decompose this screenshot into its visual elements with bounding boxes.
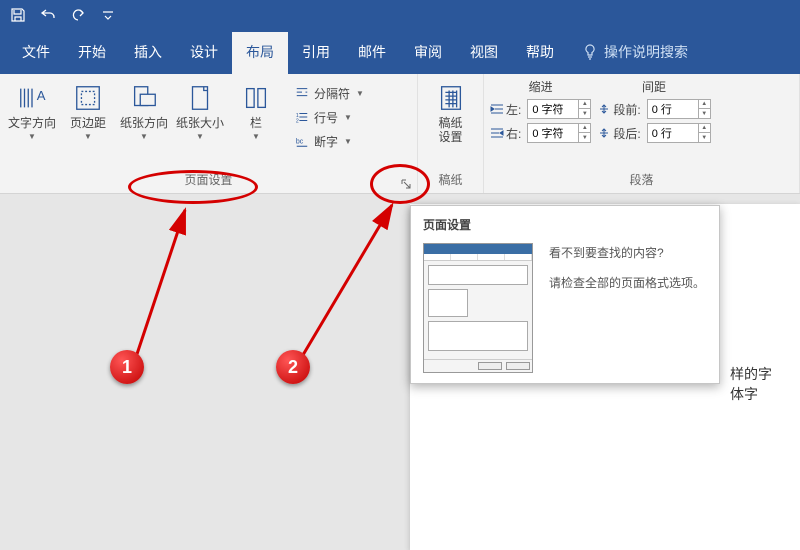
indent-left-icon: [490, 102, 504, 116]
tab-layout[interactable]: 布局: [232, 32, 288, 74]
svg-text:2: 2: [296, 118, 299, 124]
ribbon: A 文字方向 ▼ 页边距 ▼ 纸张方向 ▼: [0, 74, 800, 194]
spin-down[interactable]: ▼: [699, 133, 710, 142]
ribbon-tabs: 文件 开始 插入 设计 布局 引用 邮件 审阅 视图 帮助 操作说明搜索: [0, 30, 800, 74]
group-paragraph: 缩进 间距 左: ▲▼ 段前: ▲▼: [484, 74, 800, 193]
tab-home[interactable]: 开始: [64, 32, 120, 74]
spacing-after-icon: [597, 126, 611, 140]
page-setup-dialog-launcher[interactable]: [399, 177, 413, 191]
tell-me-label: 操作说明搜索: [604, 42, 688, 62]
indent-right-spinner[interactable]: ▲▼: [527, 123, 591, 143]
margins-button[interactable]: 页边距 ▼: [62, 80, 114, 143]
spacing-before-spinner[interactable]: ▲▼: [647, 99, 711, 119]
document-text: 样的字体字: [730, 366, 772, 402]
dropdown-caret-icon: ▼: [84, 132, 92, 141]
undo-button[interactable]: [36, 3, 60, 27]
tab-mailings[interactable]: 邮件: [344, 32, 400, 74]
spin-up[interactable]: ▲: [699, 100, 710, 109]
tell-me-search[interactable]: 操作说明搜索: [568, 32, 696, 74]
group-manuscript: 稿纸 设置 稿纸: [418, 74, 484, 193]
redo-button[interactable]: [66, 3, 90, 27]
spacing-before-label: 段前:: [597, 101, 640, 118]
page-setup-tooltip: 页面设置 看不到要查找的内容? 请检查全部的页面格式选项。: [410, 205, 720, 384]
text-direction-icon: A: [16, 82, 48, 114]
dropdown-caret-icon: ▼: [356, 89, 364, 98]
tab-review[interactable]: 审阅: [400, 32, 456, 74]
indent-left-input[interactable]: [528, 100, 578, 118]
spacing-before-icon: [597, 102, 611, 116]
orientation-icon: [128, 82, 160, 114]
spin-up[interactable]: ▲: [579, 100, 590, 109]
indent-right-icon: [490, 126, 504, 140]
group-page-setup: A 文字方向 ▼ 页边距 ▼ 纸张方向 ▼: [0, 74, 418, 193]
columns-icon: [240, 82, 272, 114]
dialog-launcher-icon: [401, 179, 411, 189]
manuscript-icon: [435, 82, 467, 114]
spacing-after-spinner[interactable]: ▲▼: [647, 123, 711, 143]
spacing-after-input[interactable]: [648, 124, 698, 142]
tab-design[interactable]: 设计: [176, 32, 232, 74]
tooltip-text: 看不到要查找的内容? 请检查全部的页面格式选项。: [549, 243, 707, 303]
manuscript-settings-button[interactable]: 稿纸 设置: [425, 80, 477, 146]
line-numbers-button[interactable]: 12 行号 ▼: [290, 106, 368, 128]
qat-customize-button[interactable]: [96, 3, 120, 27]
svg-text:bc: bc: [296, 139, 304, 146]
group-label-manuscript: 稿纸: [418, 171, 483, 193]
tab-file[interactable]: 文件: [8, 32, 64, 74]
save-button[interactable]: [6, 3, 30, 27]
quick-access-toolbar: [0, 0, 800, 30]
hyphenation-button[interactable]: bc 断字 ▼: [290, 130, 368, 152]
indent-right-input[interactable]: [528, 124, 578, 142]
dropdown-caret-icon: ▼: [140, 132, 148, 141]
tooltip-title: 页面设置: [423, 216, 707, 233]
dropdown-caret-icon: ▼: [252, 132, 260, 141]
indent-right-label: 右:: [490, 125, 521, 142]
tab-insert[interactable]: 插入: [120, 32, 176, 74]
dropdown-caret-icon: ▼: [344, 113, 352, 122]
tab-references[interactable]: 引用: [288, 32, 344, 74]
spacing-before-input[interactable]: [648, 100, 698, 118]
svg-text:A: A: [37, 88, 46, 103]
orientation-button[interactable]: 纸张方向 ▼: [118, 80, 170, 143]
margins-icon: [72, 82, 104, 114]
spin-up[interactable]: ▲: [579, 124, 590, 133]
dropdown-caret-icon: ▼: [344, 137, 352, 146]
tab-view[interactable]: 视图: [456, 32, 512, 74]
tooltip-thumbnail: [423, 243, 533, 373]
lightbulb-icon: [582, 44, 598, 60]
indent-header: 缩进: [490, 78, 591, 95]
columns-button[interactable]: 栏 ▼: [230, 80, 282, 143]
hyphenation-icon: bc: [294, 133, 310, 149]
tab-help[interactable]: 帮助: [512, 32, 568, 74]
size-button[interactable]: 纸张大小 ▼: [174, 80, 226, 143]
dropdown-caret-icon: ▼: [196, 132, 204, 141]
breaks-icon: [294, 85, 310, 101]
indent-left-spinner[interactable]: ▲▼: [527, 99, 591, 119]
spacing-header: 间距: [597, 78, 710, 95]
dropdown-caret-icon: ▼: [28, 132, 36, 141]
group-label-page-setup: 页面设置: [0, 171, 417, 193]
page-size-icon: [184, 82, 216, 114]
breaks-button[interactable]: 分隔符 ▼: [290, 82, 368, 104]
spin-down[interactable]: ▼: [579, 109, 590, 118]
text-direction-button[interactable]: A 文字方向 ▼: [6, 80, 58, 143]
group-label-paragraph: 段落: [484, 171, 799, 193]
spin-down[interactable]: ▼: [579, 133, 590, 142]
spin-down[interactable]: ▼: [699, 109, 710, 118]
spin-up[interactable]: ▲: [699, 124, 710, 133]
spacing-after-label: 段后:: [597, 125, 640, 142]
line-numbers-icon: 12: [294, 109, 310, 125]
indent-left-label: 左:: [490, 101, 521, 118]
